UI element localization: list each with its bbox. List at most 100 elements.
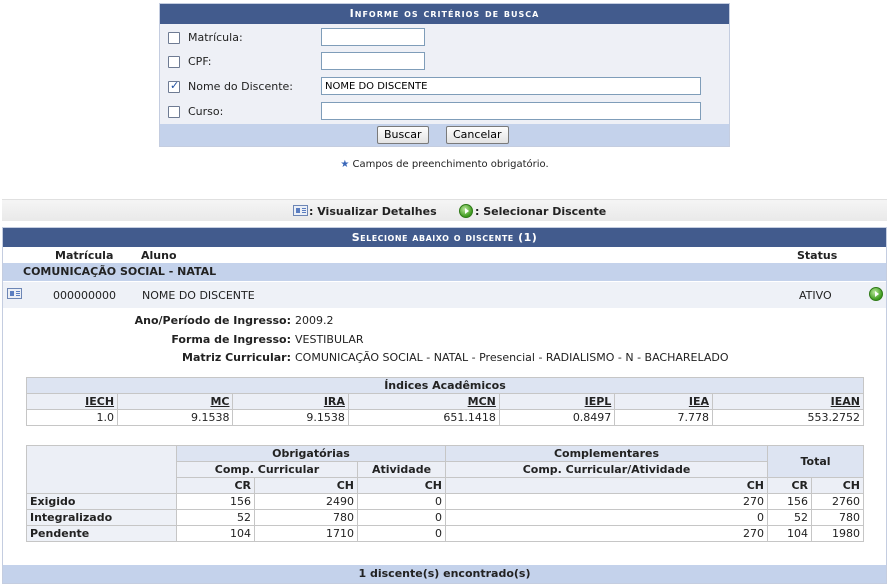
workload-value: 2760 (811, 493, 864, 510)
cr-header: CR (176, 477, 255, 494)
indices-table: Índices Acadêmicos IECH MC IRA MCN IEPL … (25, 377, 865, 426)
search-form: Informe os critérios de busca Matrícula:… (159, 3, 730, 147)
view-details-icon (293, 205, 308, 216)
index-value: 9.1538 (117, 409, 234, 426)
workload-value: 270 (445, 525, 768, 542)
course-group-row: COMUNICAÇÃO SOCIAL - NATAL (3, 263, 886, 281)
ch-header: CH (254, 477, 358, 494)
row-label: Exigido (26, 493, 177, 510)
indices-title: Índices Acadêmicos (26, 377, 864, 394)
complementares-header: Complementares (445, 445, 768, 462)
legend-select-student: : Selecionar Discente (475, 205, 607, 218)
workload-corner (26, 445, 177, 494)
workload-value: 0 (357, 509, 446, 526)
index-header: IEA (614, 393, 713, 410)
search-form-footer: Buscar Cancelar (160, 124, 729, 146)
workload-value: 52 (176, 509, 255, 526)
col-header-aluno: Aluno (141, 249, 177, 262)
workload-table: Obrigatórias Complementares Total Comp. … (26, 445, 864, 542)
indices-value-row: 1.0 9.1538 9.1538 651.1418 0.8497 7.778 … (25, 409, 865, 426)
student-name: NOME DO DISCENTE (142, 289, 255, 302)
results-footer: 1 discente(s) encontrado(s) (3, 565, 886, 583)
matricula-checkbox[interactable] (168, 32, 180, 44)
results-panel: Selecione abaixo o discente (1) Matrícul… (2, 227, 887, 584)
workload-value: 104 (176, 525, 255, 542)
detail-value-matriz: COMUNICAÇÃO SOCIAL - NATAL - Presencial … (295, 351, 729, 364)
comp-curricular-header: Comp. Curricular (176, 461, 358, 478)
detail-label-forma: Forma de Ingresso: (171, 333, 291, 346)
detail-value-ingresso: 2009.2 (295, 314, 334, 327)
atividade-header: Atividade (357, 461, 446, 478)
index-header: MC (117, 393, 234, 410)
cr-header: CR (767, 477, 812, 494)
field-row-matricula: Matrícula: (166, 28, 722, 48)
student-status: ATIVO (799, 289, 832, 302)
curso-input[interactable] (321, 102, 701, 120)
workload-value: 0 (357, 493, 446, 510)
legend-bar: : Visualizar Detalhes : Selecionar Disce… (2, 199, 887, 221)
student-matricula: 000000000 (53, 289, 116, 302)
workload-value: 780 (811, 509, 864, 526)
workload-value: 52 (767, 509, 812, 526)
index-header: IEPL (498, 393, 616, 410)
nome-label: Nome do Discente: (188, 80, 293, 93)
obrigatorias-header: Obrigatórias (176, 445, 446, 462)
workload-value: 1980 (811, 525, 864, 542)
ch-header: CH (811, 477, 864, 494)
row-label: Pendente (26, 525, 177, 542)
matricula-input[interactable] (321, 28, 425, 46)
cpf-input[interactable] (321, 52, 425, 70)
field-row-nome: Nome do Discente: (166, 77, 722, 97)
field-row-curso: Curso: (166, 102, 722, 122)
search-button[interactable]: Buscar (377, 126, 429, 144)
cpf-label: CPF: (188, 55, 212, 68)
ch-header: CH (445, 477, 768, 494)
student-row: 000000000 NOME DO DISCENTE ATIVO (3, 282, 886, 308)
row-label: Integralizado (26, 509, 177, 526)
workload-value: 1710 (254, 525, 358, 542)
curso-checkbox[interactable] (168, 106, 180, 118)
index-value: 651.1418 (347, 409, 500, 426)
index-value: 553.2752 (711, 409, 865, 426)
legend-view-details: : Visualizar Detalhes (309, 205, 437, 218)
cancel-button[interactable]: Cancelar (446, 126, 509, 144)
view-details-icon[interactable] (7, 288, 22, 299)
indices-header-row: IECH MC IRA MCN IEPL IEA IEAN (25, 393, 865, 410)
curso-label: Curso: (188, 105, 224, 118)
select-student-icon (459, 204, 473, 218)
index-value: 0.8497 (498, 409, 616, 426)
col-header-status: Status (797, 249, 838, 262)
detail-label-matriz: Matriz Curricular: (182, 351, 291, 364)
workload-row-pendente: Pendente 104 1710 0 270 104 1980 (26, 525, 864, 542)
required-note: ★ Campos de preenchimento obrigatório. (340, 159, 549, 170)
index-header: MCN (347, 393, 500, 410)
select-student-icon[interactable] (869, 287, 883, 301)
cpf-checkbox[interactable] (168, 56, 180, 68)
col-header-matricula: Matrícula (55, 249, 114, 262)
workload-value: 0 (445, 509, 768, 526)
detail-value-forma: VESTIBULAR (295, 333, 364, 346)
total-header: Total (767, 445, 864, 478)
index-header: IECH (25, 393, 119, 410)
workload-row-integralizado: Integralizado 52 780 0 0 52 780 (26, 509, 864, 526)
workload-value: 104 (767, 525, 812, 542)
comp-atividade-header: Comp. Curricular/Atividade (445, 461, 768, 478)
index-header: IRA (232, 393, 349, 410)
index-header: IEAN (711, 393, 865, 410)
workload-value: 780 (254, 509, 358, 526)
search-form-title: Informe os critérios de busca (160, 4, 729, 24)
index-value: 7.778 (614, 409, 713, 426)
results-title: Selecione abaixo o discente (1) (3, 228, 886, 247)
index-value: 9.1538 (232, 409, 349, 426)
index-value: 1.0 (25, 409, 119, 426)
course-name: COMUNICAÇÃO SOCIAL - NATAL (23, 265, 217, 278)
nome-checkbox[interactable] (168, 79, 180, 93)
ch-header: CH (357, 477, 446, 494)
workload-row-exigido: Exigido 156 2490 0 270 156 2760 (26, 493, 864, 510)
workload-value: 270 (445, 493, 768, 510)
required-star-icon: ★ (340, 159, 350, 170)
detail-label-ingresso: Ano/Período de Ingresso: (134, 314, 291, 327)
matricula-label: Matrícula: (188, 31, 243, 44)
workload-value: 156 (767, 493, 812, 510)
nome-input[interactable] (321, 77, 701, 95)
